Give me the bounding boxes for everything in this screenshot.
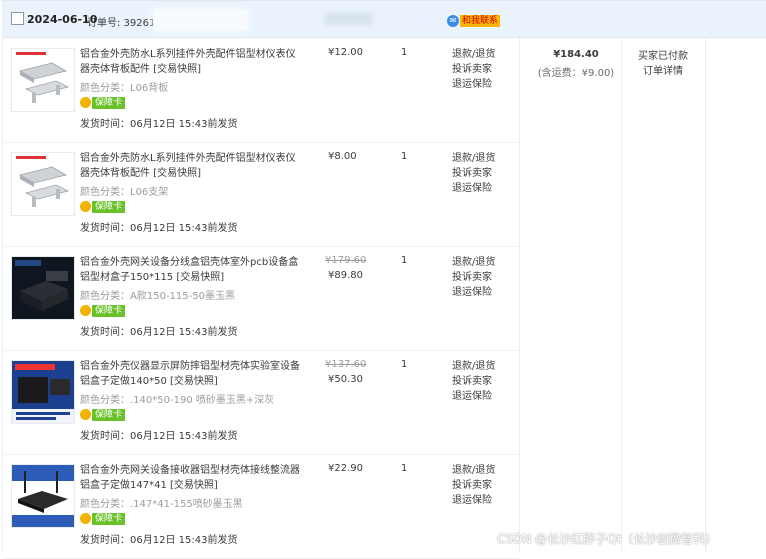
- ship-time: 发货时间：06月12日 15:43前发货: [80, 535, 238, 546]
- chat-icon: ✉: [447, 15, 459, 27]
- item-action-link[interactable]: 退运保险: [452, 493, 495, 508]
- guarantee-badge[interactable]: 保障卡: [80, 408, 126, 421]
- unit-price: ¥8.00: [328, 151, 357, 162]
- product-title-link[interactable]: 铝合金外壳防水L系列挂件外壳配件铝型材仪表仪器壳体背板配件 [交易快照]: [80, 47, 304, 77]
- status-text: 买家已付款: [638, 51, 688, 62]
- medal-icon: [80, 513, 91, 524]
- item-action-link[interactable]: 退运保险: [452, 389, 495, 404]
- quantity: 1: [401, 359, 408, 370]
- item-action-link[interactable]: 退款/退货: [452, 255, 495, 270]
- item-action-link[interactable]: 退款/退货: [452, 47, 495, 62]
- item-action-link[interactable]: 投诉卖家: [452, 166, 495, 181]
- unit-price: ¥89.80: [328, 270, 363, 281]
- guarantee-label: 保障卡: [92, 200, 126, 213]
- item-action-link[interactable]: 退款/退货: [452, 359, 495, 374]
- item-actions: 退款/退货 投诉卖家 退运保险: [452, 463, 495, 508]
- quantity: 1: [401, 255, 408, 266]
- product-thumbnail[interactable]: [11, 48, 75, 112]
- order-item-row: 铝合金外壳防水L系列挂件外壳配件铝型材仪表仪器壳体背板配件 [交易快照] 颜色分类…: [3, 142, 519, 247]
- column-divider: [519, 38, 520, 552]
- product-sku: 颜色分类：L06支架: [80, 187, 169, 198]
- item-action-link[interactable]: 退运保险: [452, 181, 495, 196]
- product-title-link[interactable]: 铝合金外壳仪器显示屏防摔铝型材壳体实验室设备铝盒子定做140*50 [交易快照]: [80, 359, 304, 389]
- unit-price: ¥50.30: [328, 374, 363, 385]
- order-item-row: 铝合金外壳网关设备分线盒铝壳体室外pcb设备盒铝型材盒子150*115 [交易快…: [3, 246, 519, 351]
- contact-seller-label: 和我联系: [460, 15, 501, 27]
- product-title-link[interactable]: 铝合金外壳防水L系列挂件外壳配件铝型材仪表仪器壳体背板配件 [交易快照]: [80, 151, 304, 181]
- ship-time: 发货时间：06月12日 15:43前发货: [80, 431, 238, 442]
- ship-time: 发货时间：06月12日 15:43前发货: [80, 223, 238, 234]
- item-actions: 退款/退货 投诉卖家 退运保险: [452, 359, 495, 404]
- guarantee-badge[interactable]: 保障卡: [80, 304, 126, 317]
- order-card: 2024-06-10 订单号: 392614062 ✉ 和我联系 铝合金外壳防水…: [2, 0, 766, 559]
- product-thumbnail[interactable]: [11, 152, 75, 216]
- redacted-shop-name: [325, 13, 373, 25]
- guarantee-badge[interactable]: 保障卡: [80, 200, 126, 213]
- column-divider: [621, 38, 622, 552]
- item-action-link[interactable]: 投诉卖家: [452, 478, 495, 493]
- medal-icon: [80, 201, 91, 212]
- guarantee-label: 保障卡: [92, 408, 126, 421]
- column-divider: [705, 38, 706, 552]
- order-detail-link[interactable]: 订单详情: [623, 64, 703, 79]
- order-header: 2024-06-10 订单号: 392614062 ✉ 和我联系: [3, 0, 766, 38]
- order-item-row: 铝合金外壳仪器显示屏防摔铝型材壳体实验室设备铝盒子定做140*50 [交易快照]…: [3, 350, 519, 455]
- product-title-link[interactable]: 铝合金外壳网关设备接收器铝型材壳体接线整流器铝盒子定做147*41 [交易快照]: [80, 463, 304, 493]
- original-price: ¥137.60: [325, 359, 367, 370]
- shipping-note: (含运费：¥9.00): [537, 68, 615, 79]
- item-action-link[interactable]: 投诉卖家: [452, 62, 495, 77]
- quantity: 1: [401, 47, 408, 58]
- product-sku: 颜色分类：.140*50-190 喷砂墨玉黑+深灰: [80, 395, 275, 406]
- product-sku: 颜色分类：L06背板: [80, 83, 169, 94]
- product-title-link[interactable]: 铝合金外壳网关设备分线盒铝壳体室外pcb设备盒铝型材盒子150*115 [交易快…: [80, 255, 304, 285]
- quantity: 1: [401, 151, 408, 162]
- medal-icon: [80, 97, 91, 108]
- item-actions: 退款/退货 投诉卖家 退运保险: [452, 47, 495, 92]
- item-actions: 退款/退货 投诉卖家 退运保险: [452, 151, 495, 196]
- unit-price: ¥22.90: [328, 463, 363, 474]
- product-sku: 颜色分类：.147*41-155喷砂墨玉黑: [80, 499, 243, 510]
- product-thumbnail[interactable]: [11, 464, 75, 528]
- guarantee-badge[interactable]: 保障卡: [80, 512, 126, 525]
- item-action-link[interactable]: 投诉卖家: [452, 270, 495, 285]
- watermark: CSDN @长沙红胖子Qt（长沙创微智科）: [497, 532, 718, 546]
- item-action-link[interactable]: 退运保险: [452, 285, 495, 300]
- guarantee-badge[interactable]: 保障卡: [80, 96, 126, 109]
- contact-seller-button[interactable]: ✉ 和我联系: [447, 14, 501, 28]
- total-amount: ¥184.40: [553, 49, 599, 60]
- ship-time: 发货时间：06月12日 15:43前发货: [80, 119, 238, 130]
- item-action-link[interactable]: 退款/退货: [452, 151, 495, 166]
- order-status: 买家已付款 订单详情: [623, 49, 703, 79]
- guarantee-label: 保障卡: [92, 304, 126, 317]
- item-action-link[interactable]: 投诉卖家: [452, 374, 495, 389]
- product-thumbnail[interactable]: [11, 360, 75, 424]
- item-action-link[interactable]: 退运保险: [452, 77, 495, 92]
- item-action-link[interactable]: 退款/退货: [452, 463, 495, 478]
- product-thumbnail[interactable]: [11, 256, 75, 320]
- item-actions: 退款/退货 投诉卖家 退运保险: [452, 255, 495, 300]
- ship-time: 发货时间：06月12日 15:43前发货: [80, 327, 238, 338]
- order-total: ¥184.40 (含运费：¥9.00): [531, 49, 621, 79]
- order-item-row: 铝合金外壳防水L系列挂件外壳配件铝型材仪表仪器壳体背板配件 [交易快照] 颜色分类…: [3, 38, 519, 143]
- original-price: ¥179.60: [325, 255, 367, 266]
- quantity: 1: [401, 463, 408, 474]
- unit-price: ¥12.00: [328, 47, 363, 58]
- order-item-row: 铝合金外壳网关设备接收器铝型材壳体接线整流器铝盒子定做147*41 [交易快照]…: [3, 454, 519, 559]
- product-sku: 颜色分类：A款150-115-50墨玉黑: [80, 291, 235, 302]
- guarantee-label: 保障卡: [92, 512, 126, 525]
- medal-icon: [80, 409, 91, 420]
- guarantee-label: 保障卡: [92, 96, 126, 109]
- redacted-region: [153, 9, 248, 31]
- order-checkbox[interactable]: [11, 12, 24, 25]
- medal-icon: [80, 305, 91, 316]
